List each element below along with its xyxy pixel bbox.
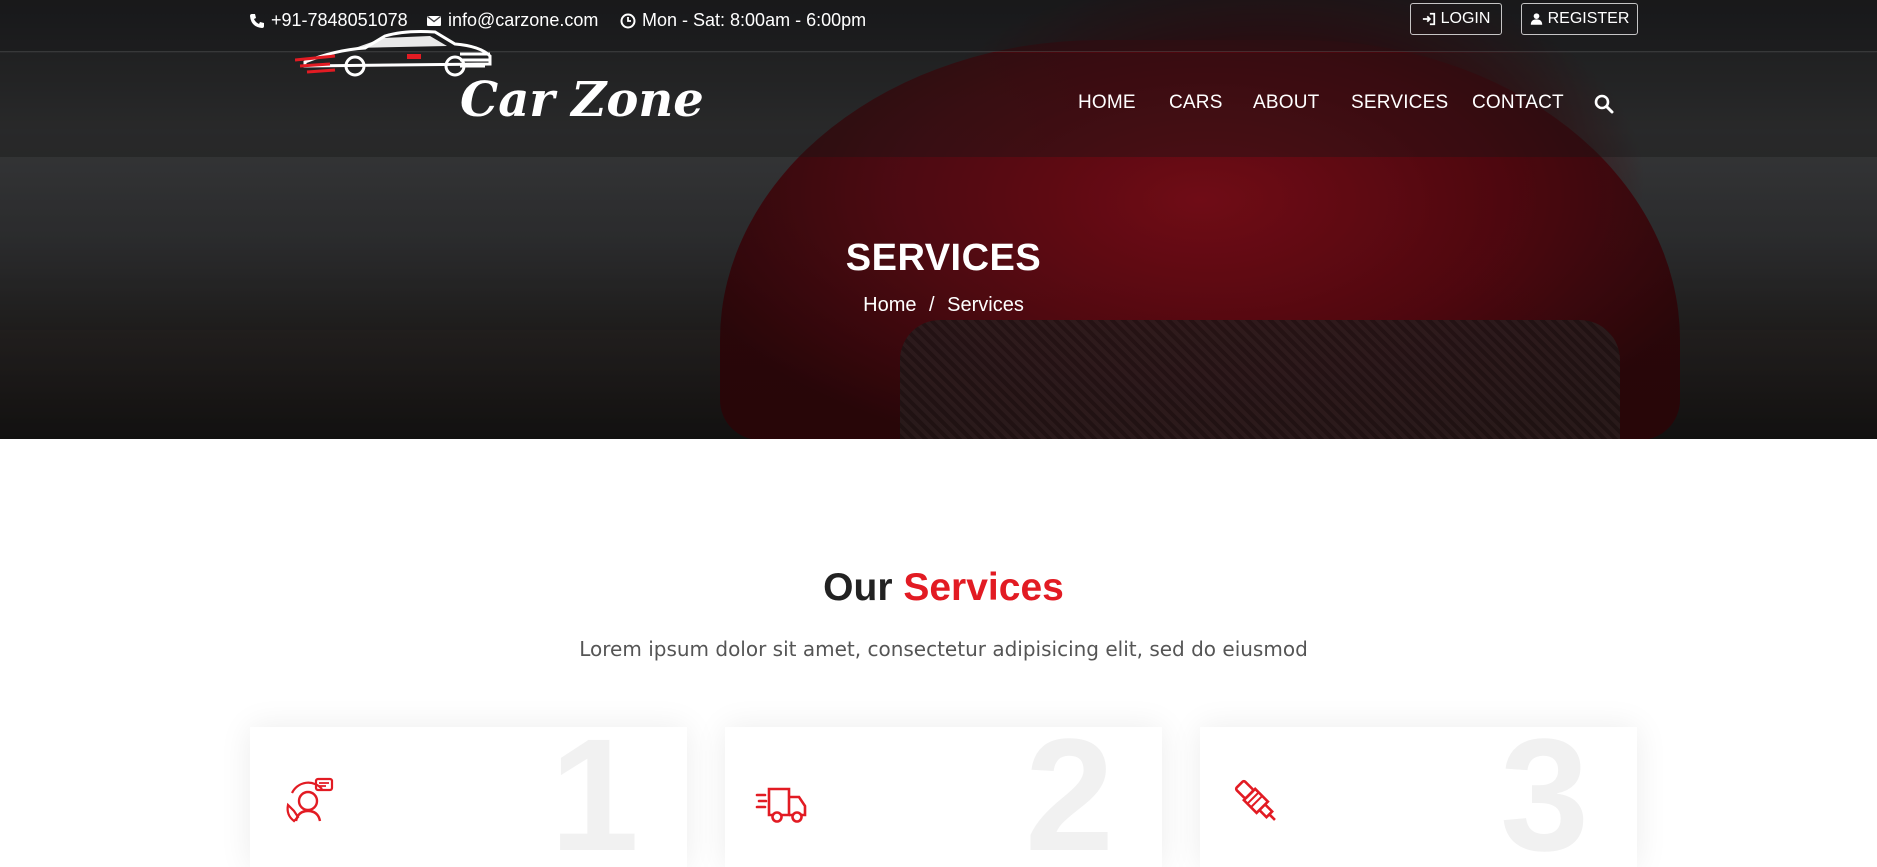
logo-text[interactable]: Car Zone: [460, 72, 704, 128]
section-title-main: Our: [823, 566, 893, 609]
hours-text: Mon - Sat: 8:00am - 6:00pm: [642, 10, 867, 30]
phone-icon: [250, 13, 264, 28]
sign-in-icon: [1422, 12, 1435, 26]
nav-home[interactable]: HOME: [1078, 92, 1136, 114]
nav-services[interactable]: SERVICES: [1351, 92, 1448, 114]
service-card[interactable]: 3: [1200, 727, 1637, 867]
service-card[interactable]: 1: [250, 727, 687, 867]
card-number: 1: [550, 727, 639, 867]
service-card[interactable]: 2: [725, 727, 1162, 867]
spark-plug-icon: [1234, 779, 1276, 821]
breadcrumb: Home / Services: [0, 294, 1877, 317]
card-number: 2: [1025, 727, 1114, 867]
section-title: Our Services: [0, 566, 1877, 610]
nav-contact[interactable]: CONTACT: [1472, 92, 1564, 114]
page-title: SERVICES: [845, 237, 1042, 279]
login-label: LOGIN: [1440, 10, 1491, 27]
top-bar: +91-7848051078 info@carzone.com Mon - Sa…: [0, 0, 1877, 52]
card-number: 3: [1500, 727, 1589, 867]
nav-about[interactable]: ABOUT: [1253, 92, 1319, 114]
nav-cars[interactable]: CARS: [1169, 92, 1223, 114]
register-label: REGISTER: [1547, 10, 1630, 27]
delivery-truck-icon: [755, 787, 807, 823]
register-button[interactable]: REGISTER: [1521, 3, 1638, 35]
search-icon[interactable]: [1594, 94, 1614, 114]
breadcrumb-separator: /: [929, 294, 935, 316]
section-subtitle: Lorem ipsum dolor sit amet, consectetur …: [579, 637, 1308, 661]
breadcrumb-current: Services: [947, 294, 1024, 316]
breadcrumb-home[interactable]: Home: [863, 294, 916, 316]
user-icon: [1530, 13, 1542, 25]
section-title-accent: Services: [903, 566, 1064, 609]
customer-support-icon: [286, 777, 334, 823]
login-button[interactable]: LOGIN: [1410, 3, 1502, 35]
